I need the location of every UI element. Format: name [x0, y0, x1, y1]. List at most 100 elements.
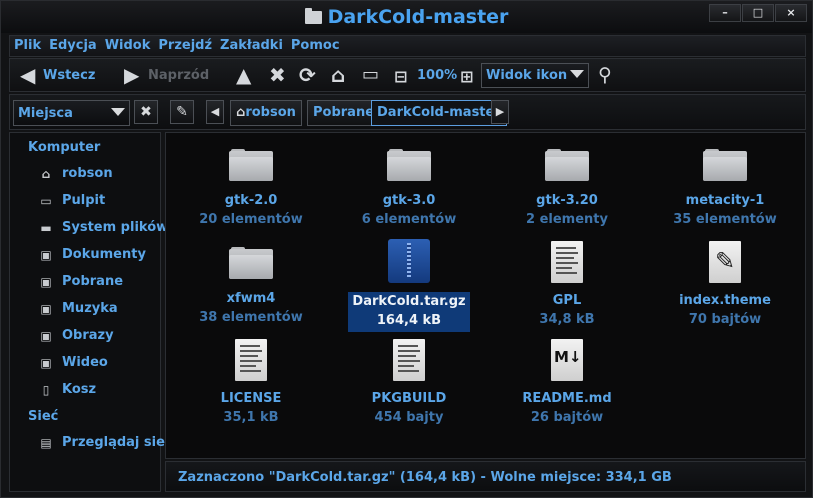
close-pane-button[interactable]: ✖	[134, 100, 158, 124]
markdown-icon: M↓	[551, 339, 583, 381]
sidebar-item-label: Przeglądaj sieć	[62, 435, 173, 450]
text-file-icon	[393, 339, 425, 381]
file-manager-window: DarkCold-master – □ × Plik Edycja Widok Prz…	[0, 0, 813, 498]
menu-bar: Plik Edycja Widok Przejdź Zakładki Pomoc	[9, 35, 806, 57]
folder-icon	[304, 8, 322, 24]
crumb-left-button[interactable]: ◀	[206, 100, 224, 124]
file-name: metacity-1	[685, 193, 765, 208]
zoom-out-icon[interactable]: ⊟	[394, 67, 407, 87]
file-name: PKGBUILD	[371, 391, 447, 406]
zoom-in-icon[interactable]: ⊞	[460, 67, 473, 87]
back-button[interactable]: Wstecz	[43, 68, 95, 83]
file-info: 6 elementów	[361, 212, 457, 227]
status-text: Zaznaczono "DarkCold.tar.gz" (164,4 kB) …	[178, 470, 672, 485]
folder-videos-icon: ▣	[40, 356, 52, 370]
file-name: DarkCold.tar.gz	[352, 294, 466, 309]
file-name: gtk-2.0	[224, 193, 278, 208]
maximize-button[interactable]: □	[742, 4, 774, 22]
computer-icon[interactable]: ▭	[362, 65, 379, 85]
places-sidebar: Komputer ⌂ robson ▭ Pulpit ▬ System plików …	[9, 132, 173, 492]
file-item-readme[interactable]: M↓ README.md 26 bajtów	[497, 339, 637, 425]
selection-highlight: DarkCold.tar.gz 164,4 kB	[348, 292, 470, 332]
file-item-pkgbuild[interactable]: PKGBUILD 454 bajty	[339, 339, 479, 425]
home-icon: ⌂	[41, 167, 51, 181]
status-bar: Zaznaczono "DarkCold.tar.gz" (164,4 kB) …	[165, 461, 806, 492]
menu-edit[interactable]: Edycja	[45, 36, 101, 53]
home-icon[interactable]: ⌂	[331, 65, 345, 85]
folder-icon	[703, 149, 747, 181]
file-info: 35 elementów	[673, 212, 777, 227]
file-info: 2 elementy	[526, 212, 608, 227]
chevron-down-icon	[111, 108, 125, 116]
archive-icon	[388, 239, 430, 283]
up-arrow-icon[interactable]: ▲	[236, 65, 251, 85]
drive-icon: ▬	[40, 221, 52, 235]
file-item-gtk-2[interactable]: gtk-2.0 20 elementów	[181, 149, 321, 227]
sidebar-item-label: Pulpit	[62, 193, 106, 208]
edit-location-button[interactable]: ✎	[170, 100, 194, 124]
file-name: LICENSE	[220, 391, 282, 406]
folder-icon	[229, 247, 273, 279]
places-label: Miejsca	[18, 106, 73, 121]
file-info: 34,8 kB	[539, 312, 595, 327]
file-name: index.theme	[679, 293, 771, 308]
file-name: xfwm4	[226, 291, 276, 306]
file-info: 164,4 kB	[376, 313, 442, 328]
window-title-text: DarkCold-master	[327, 6, 509, 28]
menu-view[interactable]: Widok	[101, 36, 155, 53]
file-item-gtk-3[interactable]: gtk-3.0 6 elementów	[339, 149, 479, 227]
view-mode-select[interactable]: Widok ikon	[481, 63, 589, 88]
menu-file[interactable]: Plik	[10, 36, 45, 53]
menu-help[interactable]: Pomoc	[287, 36, 344, 53]
crumb-right-button[interactable]: ▶	[491, 100, 509, 124]
folder-icon	[229, 149, 273, 181]
trash-icon: ▯	[42, 383, 50, 397]
sidebar-item-label: robson	[62, 166, 113, 181]
sidebar-header-network: Sieć	[28, 409, 59, 424]
home-icon: ⌂	[236, 105, 246, 120]
menu-bookmarks[interactable]: Zakładki	[216, 36, 287, 53]
file-item-index-theme[interactable]: ✎ index.theme 70 bajtów	[655, 241, 795, 327]
file-item-darkcold-archive[interactable]: DarkCold.tar.gz 164,4 kB	[339, 239, 479, 332]
back-arrow-icon[interactable]: ◀	[20, 65, 35, 85]
file-item-license[interactable]: LICENSE 35,1 kB	[181, 339, 321, 425]
file-name: gtk-3.20	[536, 193, 598, 208]
text-file-icon	[235, 339, 267, 381]
minimize-button[interactable]: –	[709, 4, 741, 22]
search-icon[interactable]: ⚲	[598, 65, 612, 85]
folder-pictures-icon: ▣	[40, 329, 52, 343]
folder-download-icon: ▣	[40, 275, 52, 289]
window-title: DarkCold-master	[1, 6, 812, 28]
theme-brush-icon: ✎	[709, 241, 741, 283]
file-item-xfwm4[interactable]: xfwm4 38 elementów	[181, 247, 321, 325]
crumb-downloads[interactable]: Pobrane	[307, 100, 381, 126]
close-button[interactable]: ×	[775, 4, 807, 22]
places-select[interactable]: Miejsca	[13, 100, 130, 126]
chevron-down-icon	[570, 70, 584, 78]
stop-icon[interactable]: ✖	[269, 65, 286, 85]
file-item-gpl[interactable]: GPL 34,8 kB	[497, 241, 637, 327]
crumb-home[interactable]: ⌂robson	[230, 100, 302, 126]
network-icon: ▤	[40, 436, 52, 450]
zoom-level: 100%	[417, 68, 458, 83]
folder-icon	[387, 149, 431, 181]
sidebar-header-computer: Komputer	[28, 140, 101, 155]
forward-arrow-icon[interactable]: ▶	[124, 65, 139, 85]
title-bar[interactable]: DarkCold-master – □ ×	[1, 1, 812, 33]
crumb-current[interactable]: DarkCold-master	[371, 100, 507, 126]
file-name: README.md	[522, 391, 612, 406]
monitor-icon: ▭	[40, 194, 52, 208]
toolbar: ◀ Wstecz ▶ Naprzód ▲ ✖ ⟳ ⌂ ▭ ⊟ 100% ⊞ Wi…	[9, 58, 806, 92]
file-item-gtk-3-20[interactable]: gtk-3.20 2 elementy	[497, 149, 637, 227]
sidebar-item-label: Muzyka	[62, 301, 118, 316]
file-item-metacity[interactable]: metacity-1 35 elementów	[655, 149, 795, 227]
sidebar-item-label: Obrazy	[62, 328, 114, 343]
view-mode-value: Widok ikon	[486, 68, 568, 83]
reload-icon[interactable]: ⟳	[299, 65, 316, 85]
text-file-icon	[551, 241, 583, 283]
menu-go[interactable]: Przejdź	[154, 36, 216, 53]
sidebar-item-label: System plików	[62, 220, 169, 235]
file-info: 20 elementów	[199, 212, 303, 227]
forward-button[interactable]: Naprzód	[148, 68, 209, 83]
sidebar-item-label: Pobrane	[62, 274, 124, 289]
